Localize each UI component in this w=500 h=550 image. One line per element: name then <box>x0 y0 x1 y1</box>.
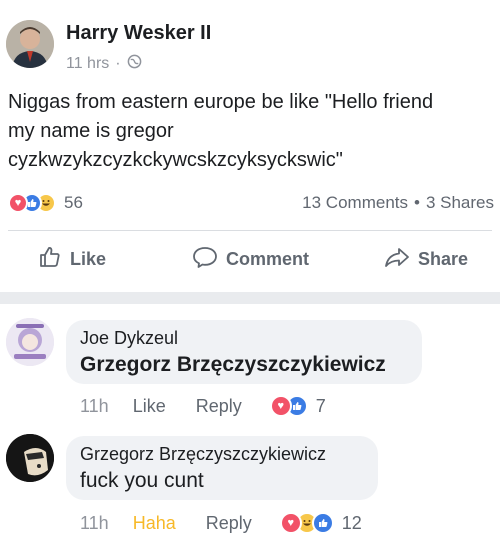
commenter-avatar[interactable] <box>6 434 54 482</box>
comment-like-button[interactable]: Like <box>133 396 166 417</box>
post-author-name[interactable]: Harry Wesker II <box>66 22 211 45</box>
globe-icon <box>127 54 142 74</box>
post-time[interactable]: 11 hrs <box>66 55 109 73</box>
love-reaction-icon: ♥ <box>269 395 292 417</box>
like-reaction-icon <box>311 512 334 534</box>
comment-haha-button[interactable]: Haha <box>133 513 176 534</box>
post-action-bar: Like Comment Share <box>0 242 500 276</box>
author-avatar[interactable] <box>6 20 54 68</box>
comment-author[interactable]: Joe Dykzeul <box>80 328 408 349</box>
comment-time[interactable]: 11h <box>80 513 109 534</box>
divider <box>8 230 492 231</box>
comment-reactions[interactable]: ♥ 7 <box>269 395 326 417</box>
comment-author[interactable]: Grzegorz Brzęczyszczykiewicz <box>80 444 364 465</box>
comment-reactions[interactable]: ♥ 12 <box>279 512 362 534</box>
post-body: Niggas from eastern europe be like "Hell… <box>8 88 492 175</box>
comment-time[interactable]: 11h <box>80 396 109 417</box>
comment-actions: 11h Like Reply ♥ 7 <box>80 395 326 417</box>
shares-count[interactable]: 3 Shares <box>426 193 494 213</box>
post-text-line: my name is gregor <box>8 120 174 142</box>
share-button[interactable]: Share <box>384 242 468 276</box>
share-label: Share <box>418 248 469 269</box>
thumbs-up-icon <box>38 245 62 274</box>
love-reaction-icon: ♥ <box>279 512 302 534</box>
engagement-counts: 13 Comments • 3 Shares <box>302 193 494 213</box>
post-meta: 11 hrs · <box>66 54 142 74</box>
speech-bubble-icon <box>192 245 218 274</box>
comment-button[interactable]: Comment <box>192 242 309 276</box>
comment-reaction-count: 7 <box>315 395 326 416</box>
reaction-count: 56 <box>64 193 83 212</box>
comment-text: Grzegorz Brzęczyszczykiewicz <box>80 353 386 376</box>
post-text-line: Niggas from eastern europe be like "Hell… <box>8 91 434 113</box>
comment-reply-button[interactable]: Reply <box>196 396 242 417</box>
count-separator: • <box>414 193 420 212</box>
comment-actions: 11h Haha Reply ♥ 12 <box>80 512 362 534</box>
love-reaction-icon: ♥ <box>8 193 28 213</box>
comment-bubble: Joe Dykzeul Grzegorz Brzęczyszczykiewicz <box>66 320 422 384</box>
comment-reaction-count: 12 <box>341 512 362 533</box>
comment-reply-button[interactable]: Reply <box>206 513 252 534</box>
comment-bubble: Grzegorz Brzęczyszczykiewicz fuck you cu… <box>66 436 378 500</box>
comment-text: fuck you cunt <box>80 469 204 492</box>
commenter-avatar[interactable] <box>6 318 54 366</box>
section-separator <box>0 292 500 304</box>
share-arrow-icon <box>384 245 410 274</box>
like-label: Like <box>70 248 107 269</box>
post-reactions[interactable]: ♥ 56 <box>8 192 83 214</box>
post-text-line: cyzkwzykzcyzkckywcskzcyksycks​wic" <box>8 149 343 171</box>
comment-label: Comment <box>226 248 310 269</box>
comments-count[interactable]: 13 Comments <box>302 193 408 213</box>
like-button[interactable]: Like <box>38 242 106 276</box>
meta-dot: · <box>115 55 121 72</box>
